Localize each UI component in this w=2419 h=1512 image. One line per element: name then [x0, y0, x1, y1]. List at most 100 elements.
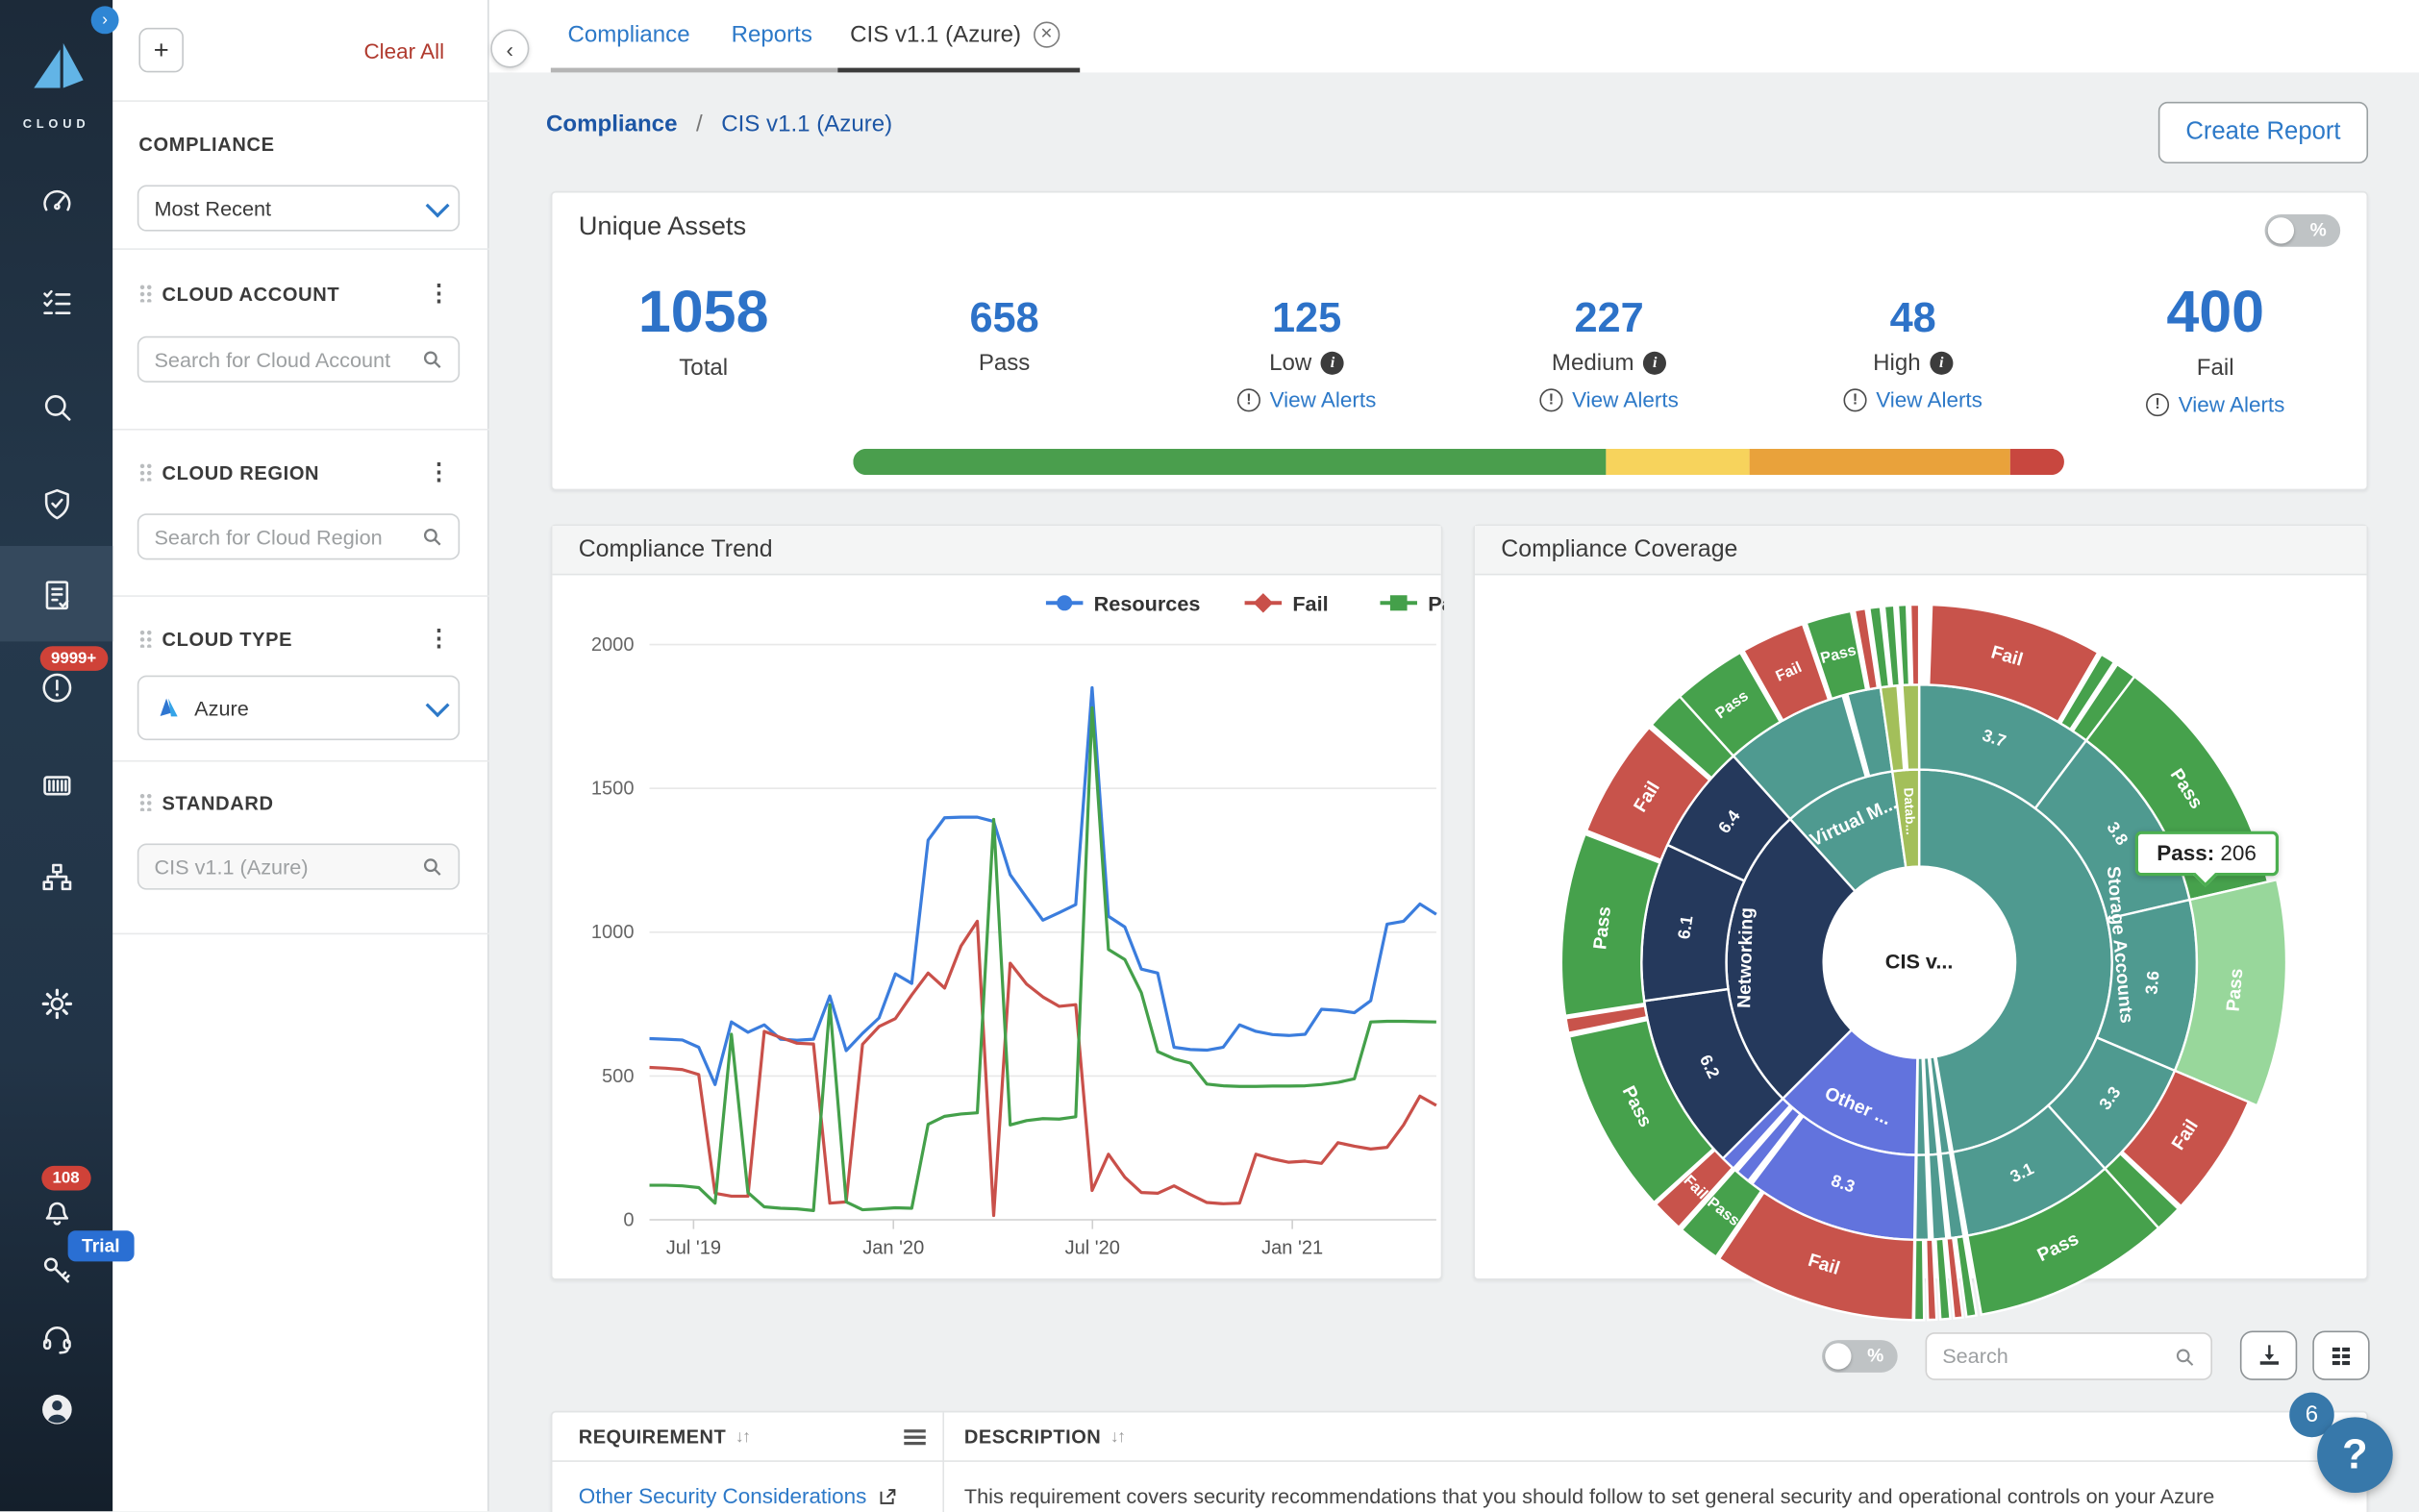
cloud-type-select[interactable]: Azure: [137, 676, 460, 740]
alert-circle-icon: !: [1237, 387, 1260, 410]
breadcrumb-compliance[interactable]: Compliance: [546, 112, 677, 137]
trial-badge: Trial: [68, 1230, 134, 1261]
svg-text:Resources: Resources: [1094, 591, 1201, 615]
table-search-input[interactable]: Search: [1926, 1332, 2212, 1380]
chevron-down-icon: [426, 692, 450, 716]
help-button[interactable]: ?: [2317, 1417, 2393, 1493]
sidebar-expand-icon[interactable]: ›: [91, 6, 119, 34]
tab-reports[interactable]: Reports: [732, 0, 812, 68]
cloud-region-menu-button[interactable]: ⋮: [427, 458, 450, 485]
search-icon: [37, 388, 75, 426]
svg-text:500: 500: [602, 1066, 634, 1087]
toggle-knob: [1825, 1343, 1851, 1369]
bar-segment-low: [1607, 449, 1750, 475]
breadcrumb-current[interactable]: CIS v1.1 (Azure): [721, 112, 892, 137]
compliance-coverage-sunburst[interactable]: Storage AccountsOther ...NetworkingVirtu…: [1475, 575, 2370, 1338]
sidebar-item-containers[interactable]: [0, 751, 112, 819]
sunburst-tooltip: Pass: 206: [2135, 831, 2279, 877]
tab-cis-v1-1-azure-[interactable]: CIS v1.1 (Azure)✕: [850, 0, 1060, 68]
compliance-report-icon: [37, 577, 75, 614]
stat-pass: 658Pass: [873, 294, 1135, 376]
sort-icon[interactable]: ↓↑: [1110, 1428, 1124, 1447]
info-icon[interactable]: i: [1930, 352, 1953, 375]
download-icon: [2255, 1342, 2282, 1370]
percent-symbol: %: [2310, 219, 2327, 240]
view-alerts-link[interactable]: !View Alerts: [1176, 387, 1438, 412]
notifications-count-badge: 108: [41, 1166, 90, 1191]
drag-handle-icon[interactable]: [138, 793, 152, 811]
columns-button[interactable]: [2312, 1331, 2369, 1380]
alert-circle-icon: !: [1539, 387, 1562, 410]
column-menu-icon[interactable]: [904, 1425, 925, 1450]
drag-handle-icon[interactable]: [138, 462, 152, 481]
sidebar-item-dashboard[interactable]: [0, 168, 112, 236]
percent-toggle[interactable]: %: [2265, 214, 2341, 247]
stat-low: 125Lowi!View Alerts: [1176, 294, 1438, 411]
view-alerts-link[interactable]: !View Alerts: [1782, 387, 2044, 412]
sidebar-item-support[interactable]: [0, 1304, 112, 1373]
view-alerts-link[interactable]: !View Alerts: [2084, 391, 2347, 416]
checklist-icon: [37, 284, 75, 321]
table-header-row: REQUIREMENT ↓↑ DESCRIPTION ↓↑: [552, 1413, 2369, 1462]
create-report-button[interactable]: Create Report: [2158, 102, 2368, 163]
cloud-type-section-label: CLOUD TYPE: [138, 630, 292, 651]
sunburst-center-label: CIS v...: [1885, 950, 1954, 974]
sidebar-item-search[interactable]: [0, 373, 112, 441]
cloud-region-search-input[interactable]: Search for Cloud Region: [137, 513, 460, 559]
column-header-requirement[interactable]: REQUIREMENT ↓↑: [579, 1413, 750, 1462]
app-viewport: › CLOUD 9999+: [0, 0, 2419, 1512]
external-link-icon: [878, 1486, 898, 1506]
svg-text:Pass: Pass: [1428, 591, 1444, 615]
table-percent-toggle[interactable]: %: [1822, 1340, 1898, 1373]
info-icon[interactable]: i: [1321, 352, 1344, 375]
gear-icon: [37, 985, 75, 1023]
bar-segment-pass: [853, 449, 1606, 475]
svg-text:Fail: Fail: [1292, 591, 1328, 615]
percent-symbol: %: [1867, 1345, 1883, 1366]
cloud-account-search-placeholder: Search for Cloud Account: [154, 348, 421, 371]
sidebar-item-security[interactable]: [0, 470, 112, 538]
collapse-panel-button[interactable]: ‹: [490, 29, 529, 67]
alert-circle-icon: [37, 669, 75, 706]
info-icon[interactable]: i: [1643, 352, 1666, 375]
clear-all-filters-button[interactable]: Clear All: [363, 38, 444, 63]
stat-label: Mediumi: [1478, 350, 1740, 376]
compliance-trend-chart[interactable]: 0500100015002000Jul '19Jan '20Jul '20Jan…: [552, 575, 1443, 1289]
stat-label: Total: [572, 355, 835, 381]
sort-select[interactable]: Most Recent: [137, 186, 460, 232]
requirement-link[interactable]: Other Security Considerations: [579, 1483, 898, 1508]
drag-handle-icon[interactable]: [138, 284, 152, 302]
cloud-account-search-input[interactable]: Search for Cloud Account: [137, 336, 460, 383]
svg-text:Jul '20: Jul '20: [1065, 1237, 1120, 1258]
cloud-account-menu-button[interactable]: ⋮: [427, 279, 450, 307]
view-alerts-link[interactable]: !View Alerts: [1478, 387, 1740, 412]
add-filter-button[interactable]: +: [138, 28, 184, 73]
trend-chart-svg: 0500100015002000Jul '19Jan '20Jul '20Jan…: [552, 575, 1443, 1281]
sort-icon[interactable]: ↓↑: [736, 1428, 749, 1447]
sidebar-item-checklist[interactable]: [0, 268, 112, 336]
sidebar-item-compliance[interactable]: [0, 561, 112, 630]
tab-compliance[interactable]: Compliance: [567, 0, 689, 68]
column-header-description[interactable]: DESCRIPTION ↓↑: [964, 1413, 1124, 1462]
drag-handle-icon[interactable]: [138, 630, 152, 648]
network-icon: [37, 859, 75, 897]
cloud-type-menu-button[interactable]: ⋮: [427, 625, 450, 653]
help-widget: 6 ?: [2289, 1393, 2397, 1498]
sidebar-item-settings[interactable]: [0, 970, 112, 1038]
alert-circle-icon: !: [1843, 387, 1866, 410]
svg-text:Jan '20: Jan '20: [862, 1237, 924, 1258]
bar-segment-medium: [1749, 449, 2009, 475]
compliance-coverage-card: Compliance Coverage Storage AccountsOthe…: [1473, 524, 2368, 1279]
bell-icon: [37, 1192, 75, 1229]
sidebar-item-account[interactable]: [0, 1376, 112, 1444]
stat-total: 1058 Total: [572, 281, 835, 381]
headset-icon: [37, 1320, 75, 1357]
sidebar-item-resources[interactable]: [0, 844, 112, 912]
close-tab-icon[interactable]: ✕: [1034, 21, 1060, 47]
download-button[interactable]: [2240, 1331, 2297, 1380]
svg-text:Jul '19: Jul '19: [666, 1237, 721, 1258]
standard-search-input[interactable]: CIS v1.1 (Azure): [137, 844, 460, 890]
stat-value: 1058: [572, 281, 835, 345]
cloud-logo-icon: [21, 37, 92, 106]
cloud-type-value: Azure: [194, 696, 426, 719]
